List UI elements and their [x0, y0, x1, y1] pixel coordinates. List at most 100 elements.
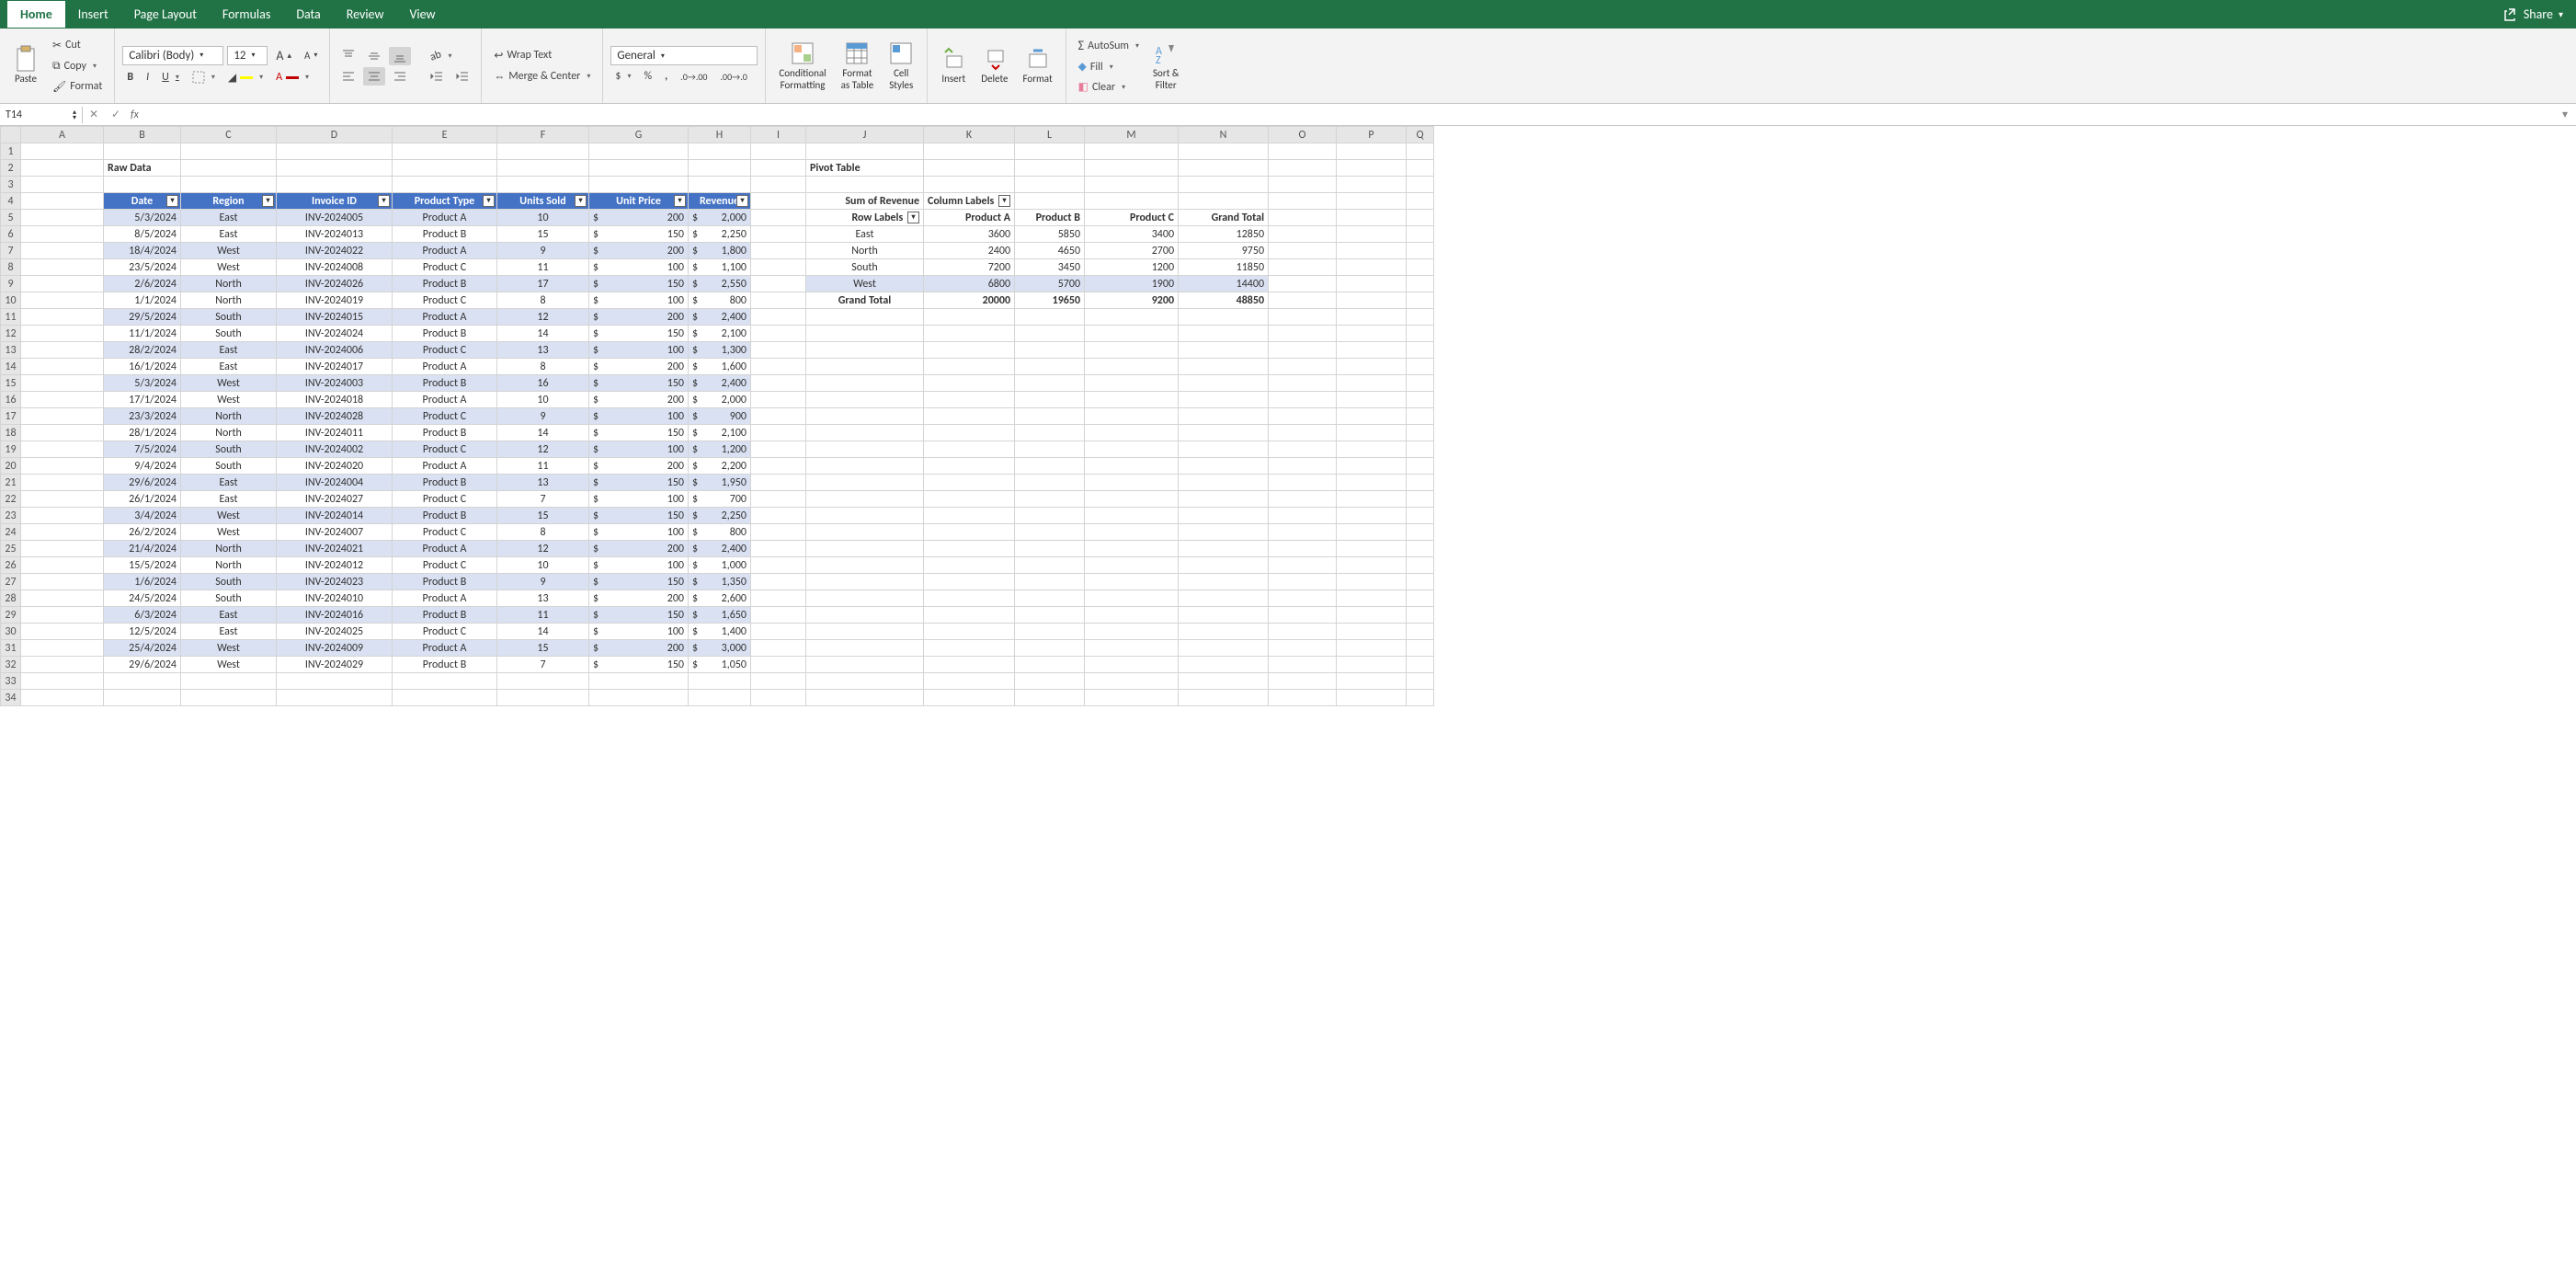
spreadsheet-grid[interactable]: ABCDEFGHIJKLMNOPQ12Raw DataPivot Table34… [0, 126, 2576, 1282]
cell-H21[interactable]: $1,950 [689, 475, 751, 491]
cell-M5[interactable]: Product C [1085, 210, 1179, 226]
cell-H12[interactable]: $2,100 [689, 326, 751, 342]
cell-Q34[interactable] [1407, 690, 1434, 706]
cell-B5[interactable]: 5/3/2024 [104, 210, 181, 226]
cell-D22[interactable]: INV-2024027 [277, 491, 393, 508]
cell-J17[interactable] [806, 408, 924, 425]
cell-H30[interactable]: $1,400 [689, 624, 751, 640]
cell-I13[interactable] [751, 342, 806, 359]
cell-A4[interactable] [21, 193, 104, 210]
cell-P22[interactable] [1337, 491, 1407, 508]
cell-A34[interactable] [21, 690, 104, 706]
cell-B34[interactable] [104, 690, 181, 706]
cell-E2[interactable] [393, 160, 497, 177]
cell-M19[interactable] [1085, 441, 1179, 458]
row-header-15[interactable]: 15 [1, 375, 21, 392]
cell-F2[interactable] [497, 160, 589, 177]
cell-P25[interactable] [1337, 541, 1407, 557]
cell-M15[interactable] [1085, 375, 1179, 392]
cell-I12[interactable] [751, 326, 806, 342]
cell-K34[interactable] [924, 690, 1015, 706]
align-middle-button[interactable] [363, 47, 385, 65]
cell-M28[interactable] [1085, 590, 1179, 607]
row-header-2[interactable]: 2 [1, 160, 21, 177]
fill-color-button[interactable]: ◢ [223, 68, 268, 87]
cell-D1[interactable] [277, 143, 393, 160]
increase-indent-button[interactable] [451, 67, 473, 86]
cell-L3[interactable] [1015, 177, 1085, 193]
cell-E13[interactable]: Product C [393, 342, 497, 359]
cell-E31[interactable]: Product A [393, 640, 497, 657]
cell-N30[interactable] [1179, 624, 1269, 640]
cell-D2[interactable] [277, 160, 393, 177]
cell-A12[interactable] [21, 326, 104, 342]
cell-G22[interactable]: $100 [589, 491, 689, 508]
cell-J12[interactable] [806, 326, 924, 342]
cell-L8[interactable]: 3450 [1015, 259, 1085, 276]
format-painter-button[interactable]: 🖌Format [48, 77, 107, 97]
cell-B24[interactable]: 26/2/2024 [104, 524, 181, 541]
cell-Q8[interactable] [1407, 259, 1434, 276]
cell-A29[interactable] [21, 607, 104, 624]
cell-E32[interactable]: Product B [393, 657, 497, 673]
cell-P23[interactable] [1337, 508, 1407, 524]
cell-E27[interactable]: Product B [393, 574, 497, 590]
cell-A27[interactable] [21, 574, 104, 590]
filter-dropdown[interactable]: ▾ [575, 195, 587, 207]
cell-D17[interactable]: INV-2024028 [277, 408, 393, 425]
expand-formula-button[interactable]: ▾ [2554, 108, 2576, 121]
conditional-formatting-button[interactable]: Conditional Formatting [773, 39, 831, 92]
cell-K12[interactable] [924, 326, 1015, 342]
font-color-button[interactable]: A [271, 68, 313, 86]
cell-B18[interactable]: 28/1/2024 [104, 425, 181, 441]
cell-K5[interactable]: Product A [924, 210, 1015, 226]
cell-F22[interactable]: 7 [497, 491, 589, 508]
cell-F1[interactable] [497, 143, 589, 160]
cell-G4[interactable]: Unit Price▾ [589, 193, 689, 210]
cell-A28[interactable] [21, 590, 104, 607]
cell-D21[interactable]: INV-2024004 [277, 475, 393, 491]
row-header-30[interactable]: 30 [1, 624, 21, 640]
cell-P26[interactable] [1337, 557, 1407, 574]
cell-K3[interactable] [924, 177, 1015, 193]
bold-button[interactable]: B [122, 68, 138, 86]
cell-O25[interactable] [1269, 541, 1337, 557]
cell-J2[interactable]: Pivot Table [806, 160, 924, 177]
cell-G14[interactable]: $200 [589, 359, 689, 375]
cell-H10[interactable]: $800 [689, 292, 751, 309]
cell-L18[interactable] [1015, 425, 1085, 441]
col-header-B[interactable]: B [104, 127, 181, 143]
cell-O27[interactable] [1269, 574, 1337, 590]
row-header-14[interactable]: 14 [1, 359, 21, 375]
cell-H23[interactable]: $2,250 [689, 508, 751, 524]
cell-G3[interactable] [589, 177, 689, 193]
cell-N6[interactable]: 12850 [1179, 226, 1269, 243]
cell-N33[interactable] [1179, 673, 1269, 690]
align-right-button[interactable] [389, 67, 411, 86]
cell-P28[interactable] [1337, 590, 1407, 607]
cell-J30[interactable] [806, 624, 924, 640]
percent-button[interactable]: % [640, 67, 657, 86]
cell-G8[interactable]: $100 [589, 259, 689, 276]
cell-Q10[interactable] [1407, 292, 1434, 309]
cell-I2[interactable] [751, 160, 806, 177]
cell-L31[interactable] [1015, 640, 1085, 657]
decrease-decimal-button[interactable]: .00→.0 [715, 68, 751, 86]
merge-center-button[interactable]: ⇔Merge & Center [489, 67, 595, 86]
cell-B23[interactable]: 3/4/2024 [104, 508, 181, 524]
cell-E19[interactable]: Product C [393, 441, 497, 458]
cell-B25[interactable]: 21/4/2024 [104, 541, 181, 557]
cell-E15[interactable]: Product B [393, 375, 497, 392]
cell-P4[interactable] [1337, 193, 1407, 210]
cell-P13[interactable] [1337, 342, 1407, 359]
cell-M21[interactable] [1085, 475, 1179, 491]
cell-E8[interactable]: Product C [393, 259, 497, 276]
cell-J16[interactable] [806, 392, 924, 408]
cell-P10[interactable] [1337, 292, 1407, 309]
italic-button[interactable]: I [142, 68, 154, 86]
cell-M13[interactable] [1085, 342, 1179, 359]
cell-H3[interactable] [689, 177, 751, 193]
col-header-O[interactable]: O [1269, 127, 1337, 143]
clear-button[interactable]: ◧Clear [1074, 77, 1144, 97]
cell-N1[interactable] [1179, 143, 1269, 160]
